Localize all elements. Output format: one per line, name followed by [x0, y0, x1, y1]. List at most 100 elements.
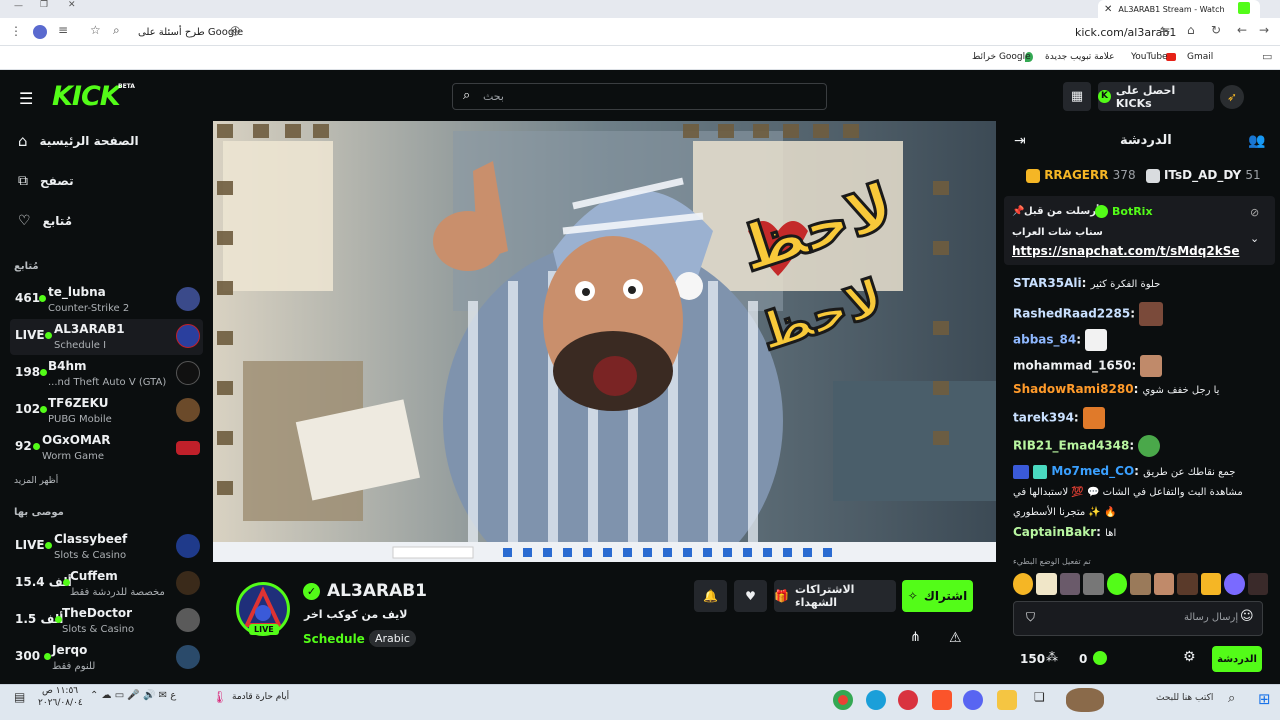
sidebar-item-browse[interactable]: ⧉ تصفح: [0, 161, 213, 201]
windows-start-icon[interactable]: ⊞: [1258, 690, 1271, 708]
follow-heart-button[interactable]: ♥: [734, 580, 767, 612]
emote-icon[interactable]: [1106, 573, 1128, 595]
search-input[interactable]: ⌕ بحث: [452, 83, 827, 110]
forward-icon[interactable]: ←: [1237, 23, 1247, 37]
emote-icon[interactable]: [1036, 573, 1057, 595]
kicks-balance-icon[interactable]: [1093, 651, 1107, 665]
taskbar-search-input[interactable]: اكتب هنا للبحث: [1156, 693, 1213, 703]
bookmark-new-tab[interactable]: علامة تبويب جديدة: [1045, 52, 1115, 62]
chat-message[interactable]: mohammad_1650:: [1013, 355, 1163, 377]
warning-icon[interactable]: ⚠: [949, 630, 962, 646]
chat-username[interactable]: RIB21_Emad4348: [1013, 439, 1129, 453]
chat-message[interactable]: RIB21_Emad4348:: [1013, 435, 1161, 457]
bookmark-star-icon[interactable]: ☆: [90, 23, 101, 37]
emote-icon[interactable]: [1013, 573, 1034, 595]
app-icon[interactable]: [898, 690, 918, 710]
chat-username[interactable]: Mo7med_CO: [1051, 464, 1134, 478]
sidebar-item-home[interactable]: ⌂ الصفحة الرئيسية: [0, 121, 213, 161]
pinned-link[interactable]: https://snapchat.com/t/sMdq2kSe: [1012, 244, 1239, 258]
following-channel-row[interactable]: 92 OGxOMAR Worm Game: [10, 430, 203, 466]
bookmark-google-maps[interactable]: خرائط Google: [972, 52, 1031, 62]
back-icon[interactable]: →: [1259, 23, 1269, 37]
leader-name[interactable]: RRAGERR: [1044, 168, 1108, 182]
chat-message[interactable]: tarek394:: [1013, 407, 1105, 429]
emote-icon[interactable]: [1059, 573, 1081, 595]
browser-tab[interactable]: ✕ AL3ARAB1 Stream - Watch: [1098, 0, 1260, 18]
pinned-by[interactable]: BotRix: [1112, 205, 1153, 218]
emote-icon[interactable]: [1224, 573, 1245, 595]
minimize-icon[interactable]: —: [14, 1, 23, 11]
recommended-channel-row[interactable]: 15.4 ألف Cuffem مخصصة للدردشة فقط: [10, 566, 203, 602]
chrome-icon[interactable]: [833, 690, 853, 710]
streamer-name[interactable]: AL3ARAB1: [327, 581, 427, 601]
chat-username[interactable]: STAR35Ali: [1013, 276, 1082, 290]
reload-icon[interactable]: ↻: [1211, 23, 1221, 37]
emoji-icon[interactable]: ☺: [1240, 609, 1254, 624]
chat-message[interactable]: CaptainBakr: اها: [1013, 525, 1116, 539]
recommended-channel-row[interactable]: 300 Jerqo للنوم فقط: [10, 640, 203, 676]
menu-dots-icon[interactable]: ⋮: [10, 24, 22, 38]
category-link[interactable]: Schedule I: [303, 632, 373, 646]
hide-icon[interactable]: ⊘: [1250, 206, 1259, 219]
subscribe-button[interactable]: ✧ اشتراك: [902, 580, 973, 612]
edge-icon[interactable]: [866, 690, 886, 710]
search-icon[interactable]: ⌕: [113, 23, 120, 38]
bookmark-gmail[interactable]: Gmail: [1187, 52, 1213, 62]
video-player[interactable]: لاحظ لاحظ: [213, 121, 996, 562]
tray-icons[interactable]: ⌃ ☁ ▭ 🎤 🔊 ✉ ع: [90, 690, 176, 701]
taskbar-search-icon[interactable]: ⌕: [1228, 691, 1235, 706]
site-settings-icon[interactable]: ⇋: [1160, 23, 1170, 37]
sidebar-item-following[interactable]: ♡ مُتابع: [0, 201, 213, 241]
share-icon[interactable]: ⋔: [910, 630, 921, 645]
home-browser-icon[interactable]: ⌂: [1187, 23, 1195, 37]
get-kicks-button[interactable]: K احصل على KICKs: [1098, 82, 1214, 111]
emote-icon[interactable]: [1247, 573, 1268, 595]
bookmarks-folder-icon[interactable]: ▭: [1262, 50, 1272, 63]
send-chat-button[interactable]: الدردشة: [1212, 646, 1262, 672]
leader-name[interactable]: ITsD_AD_DY: [1164, 168, 1241, 182]
emote-icon[interactable]: [1200, 573, 1222, 595]
emote-icon[interactable]: [1130, 573, 1151, 595]
show-more-link[interactable]: أظهر المزيد: [0, 476, 58, 486]
following-channel-row[interactable]: LIVE AL3ARAB1 Schedule I: [10, 319, 203, 355]
discord-icon[interactable]: [963, 690, 983, 710]
chat-message[interactable]: RashedRaad2285:: [1013, 302, 1164, 326]
following-channel-row[interactable]: 102 TF6ZEKU PUBG Mobile: [10, 393, 203, 429]
chat-message[interactable]: STAR35Ali: حلوة الفكرة كثير: [1013, 276, 1160, 290]
points-icon[interactable]: ⁂: [1046, 650, 1058, 664]
pinned-message[interactable]: ⊘ 📌 أرسلت من قبل BotRix سناب شات العراب …: [1004, 196, 1275, 265]
emote-icon[interactable]: [1083, 573, 1104, 595]
notification-icon[interactable]: ▤: [14, 690, 25, 704]
tab-close-icon[interactable]: ✕: [1104, 4, 1112, 15]
chat-message[interactable]: ShadowRami8280: يا رجل خفف شوي: [1013, 382, 1219, 396]
chat-message[interactable]: abbas_84:: [1013, 329, 1108, 351]
shield-icon[interactable]: ⛉: [1026, 610, 1035, 625]
profile-avatar[interactable]: [33, 25, 47, 39]
following-channel-row[interactable]: 461 te_lubna Counter-Strike 2: [10, 282, 203, 318]
emote-icon[interactable]: [1153, 573, 1175, 595]
close-window-icon[interactable]: ✕: [68, 0, 76, 10]
brave-icon[interactable]: [932, 690, 952, 710]
playlist-icon[interactable]: ≡: [58, 23, 68, 37]
following-channel-row[interactable]: 198 B4hm ...nd Theft Auto V (GTA): [10, 356, 203, 392]
language-tag[interactable]: Arabic: [369, 630, 416, 647]
gift-subs-button[interactable]: 🎁 الاشتراكات الشهداء: [774, 580, 896, 612]
chat-username[interactable]: abbas_84: [1013, 333, 1076, 347]
emote-icon[interactable]: [1177, 573, 1198, 595]
chat-username[interactable]: RashedRaad2285: [1013, 307, 1130, 321]
clock-date[interactable]: ٢٠٢٦/٠٨/٠٤: [38, 698, 83, 708]
google-ask-hint[interactable]: طرح أسئلة على Google: [138, 27, 243, 38]
collapse-chat-icon[interactable]: ⇥: [1014, 133, 1026, 149]
chat-message[interactable]: Mo7med_CO: جمع نقاطك عن طريق مشاهدة البث…: [1013, 462, 1263, 522]
notification-bell-button[interactable]: 🔔: [694, 580, 727, 612]
users-icon[interactable]: 👥: [1248, 133, 1265, 149]
lens-icon[interactable]: ◎: [230, 23, 240, 37]
restore-icon[interactable]: ❐: [40, 0, 48, 10]
chat-input[interactable]: ⛉ إرسال رسالة ☺: [1013, 601, 1263, 636]
chat-username[interactable]: mohammad_1650: [1013, 359, 1131, 373]
chevron-down-icon[interactable]: ⌄: [1250, 232, 1259, 245]
task-view-icon[interactable]: ❏: [1034, 690, 1045, 704]
settings-gear-icon[interactable]: ⚙: [1183, 649, 1196, 665]
recommended-channel-row[interactable]: 1.5 ألف TheDoctor Slots & Casino: [10, 603, 203, 639]
chat-username[interactable]: CaptainBakr: [1013, 525, 1096, 539]
